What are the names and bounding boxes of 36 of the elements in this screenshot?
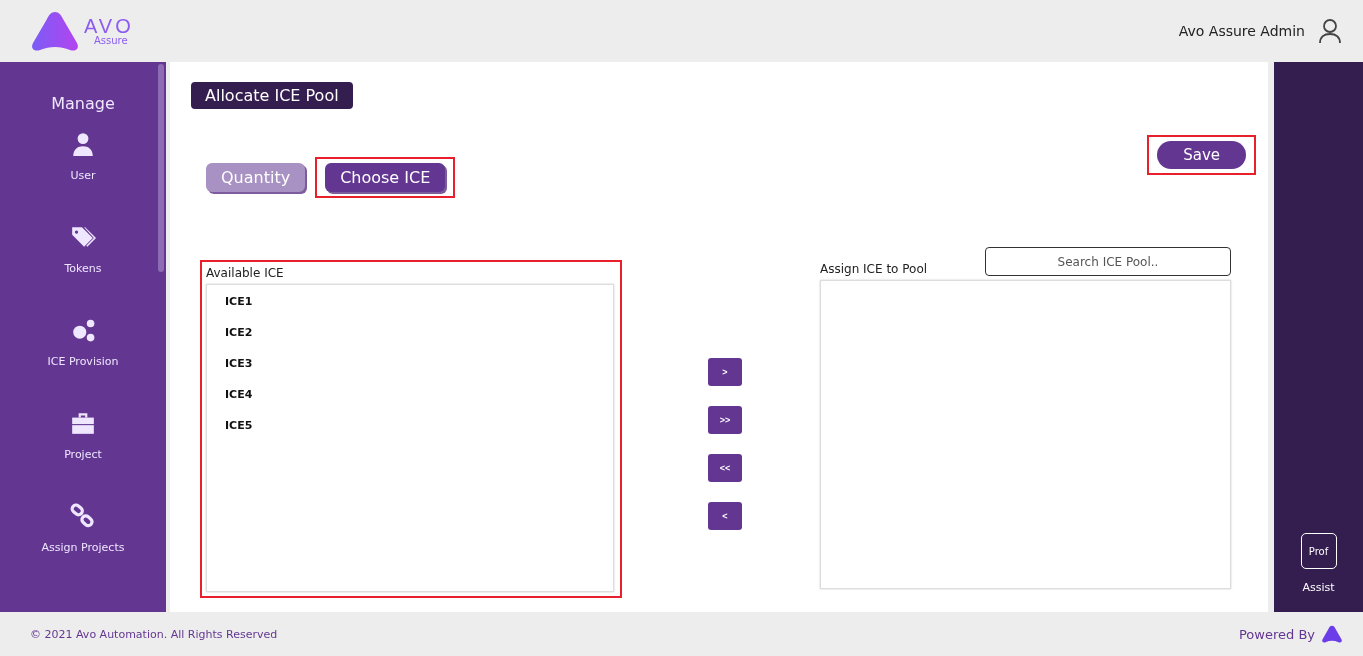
sidebar-item[interactable]: Assign Projects bbox=[41, 503, 125, 596]
link-icon bbox=[70, 503, 96, 529]
user-name: Avo Assure Admin bbox=[1178, 23, 1305, 39]
sidebar-item[interactable]: Project bbox=[64, 410, 102, 503]
list-label: Available ICE bbox=[206, 266, 285, 280]
sidebar-item[interactable]: User bbox=[70, 131, 96, 224]
list-label: Assign ICE to Pool bbox=[820, 262, 928, 276]
move-button[interactable]: < bbox=[708, 502, 742, 530]
sidebar-item[interactable]: Tokens bbox=[64, 224, 102, 317]
move-button[interactable]: >> bbox=[708, 406, 742, 434]
assist-label: Assist bbox=[1302, 581, 1335, 594]
list-item[interactable]: ICE1 bbox=[225, 295, 595, 308]
save-button[interactable]: Save bbox=[1157, 141, 1246, 169]
list-item[interactable]: ICE2 bbox=[225, 326, 595, 339]
tags-icon bbox=[70, 224, 96, 250]
page-title: Allocate ICE Pool bbox=[191, 82, 353, 109]
tab[interactable]: Choose ICE bbox=[325, 163, 446, 192]
assist-button[interactable]: Prof bbox=[1300, 533, 1337, 569]
copyright-text: © 2021 Avo Automation. All Rights Reserved bbox=[30, 627, 278, 641]
logo-icon bbox=[1321, 625, 1343, 643]
sidebar-item[interactable]: ICE Provision bbox=[47, 317, 119, 410]
move-button[interactable]: << bbox=[708, 454, 742, 482]
list-item[interactable]: ICE3 bbox=[225, 357, 595, 370]
move-button[interactable]: > bbox=[708, 358, 742, 386]
scrollbar[interactable] bbox=[158, 64, 164, 272]
powered-by-text: Powered By bbox=[1239, 626, 1315, 642]
logo-icon bbox=[30, 10, 80, 52]
briefcase-icon bbox=[70, 410, 96, 436]
logo-text: AVO bbox=[84, 16, 134, 36]
user-icon[interactable] bbox=[1319, 19, 1341, 43]
search-field[interactable]: Search ICE Pool.. bbox=[985, 247, 1231, 276]
sidebar-title: Manage bbox=[51, 94, 115, 113]
logo-subtitle: Assure bbox=[94, 36, 129, 46]
list-item[interactable]: ICE5 bbox=[225, 419, 595, 432]
user-icon bbox=[70, 131, 96, 157]
list-item[interactable]: ICE4 bbox=[225, 388, 595, 401]
